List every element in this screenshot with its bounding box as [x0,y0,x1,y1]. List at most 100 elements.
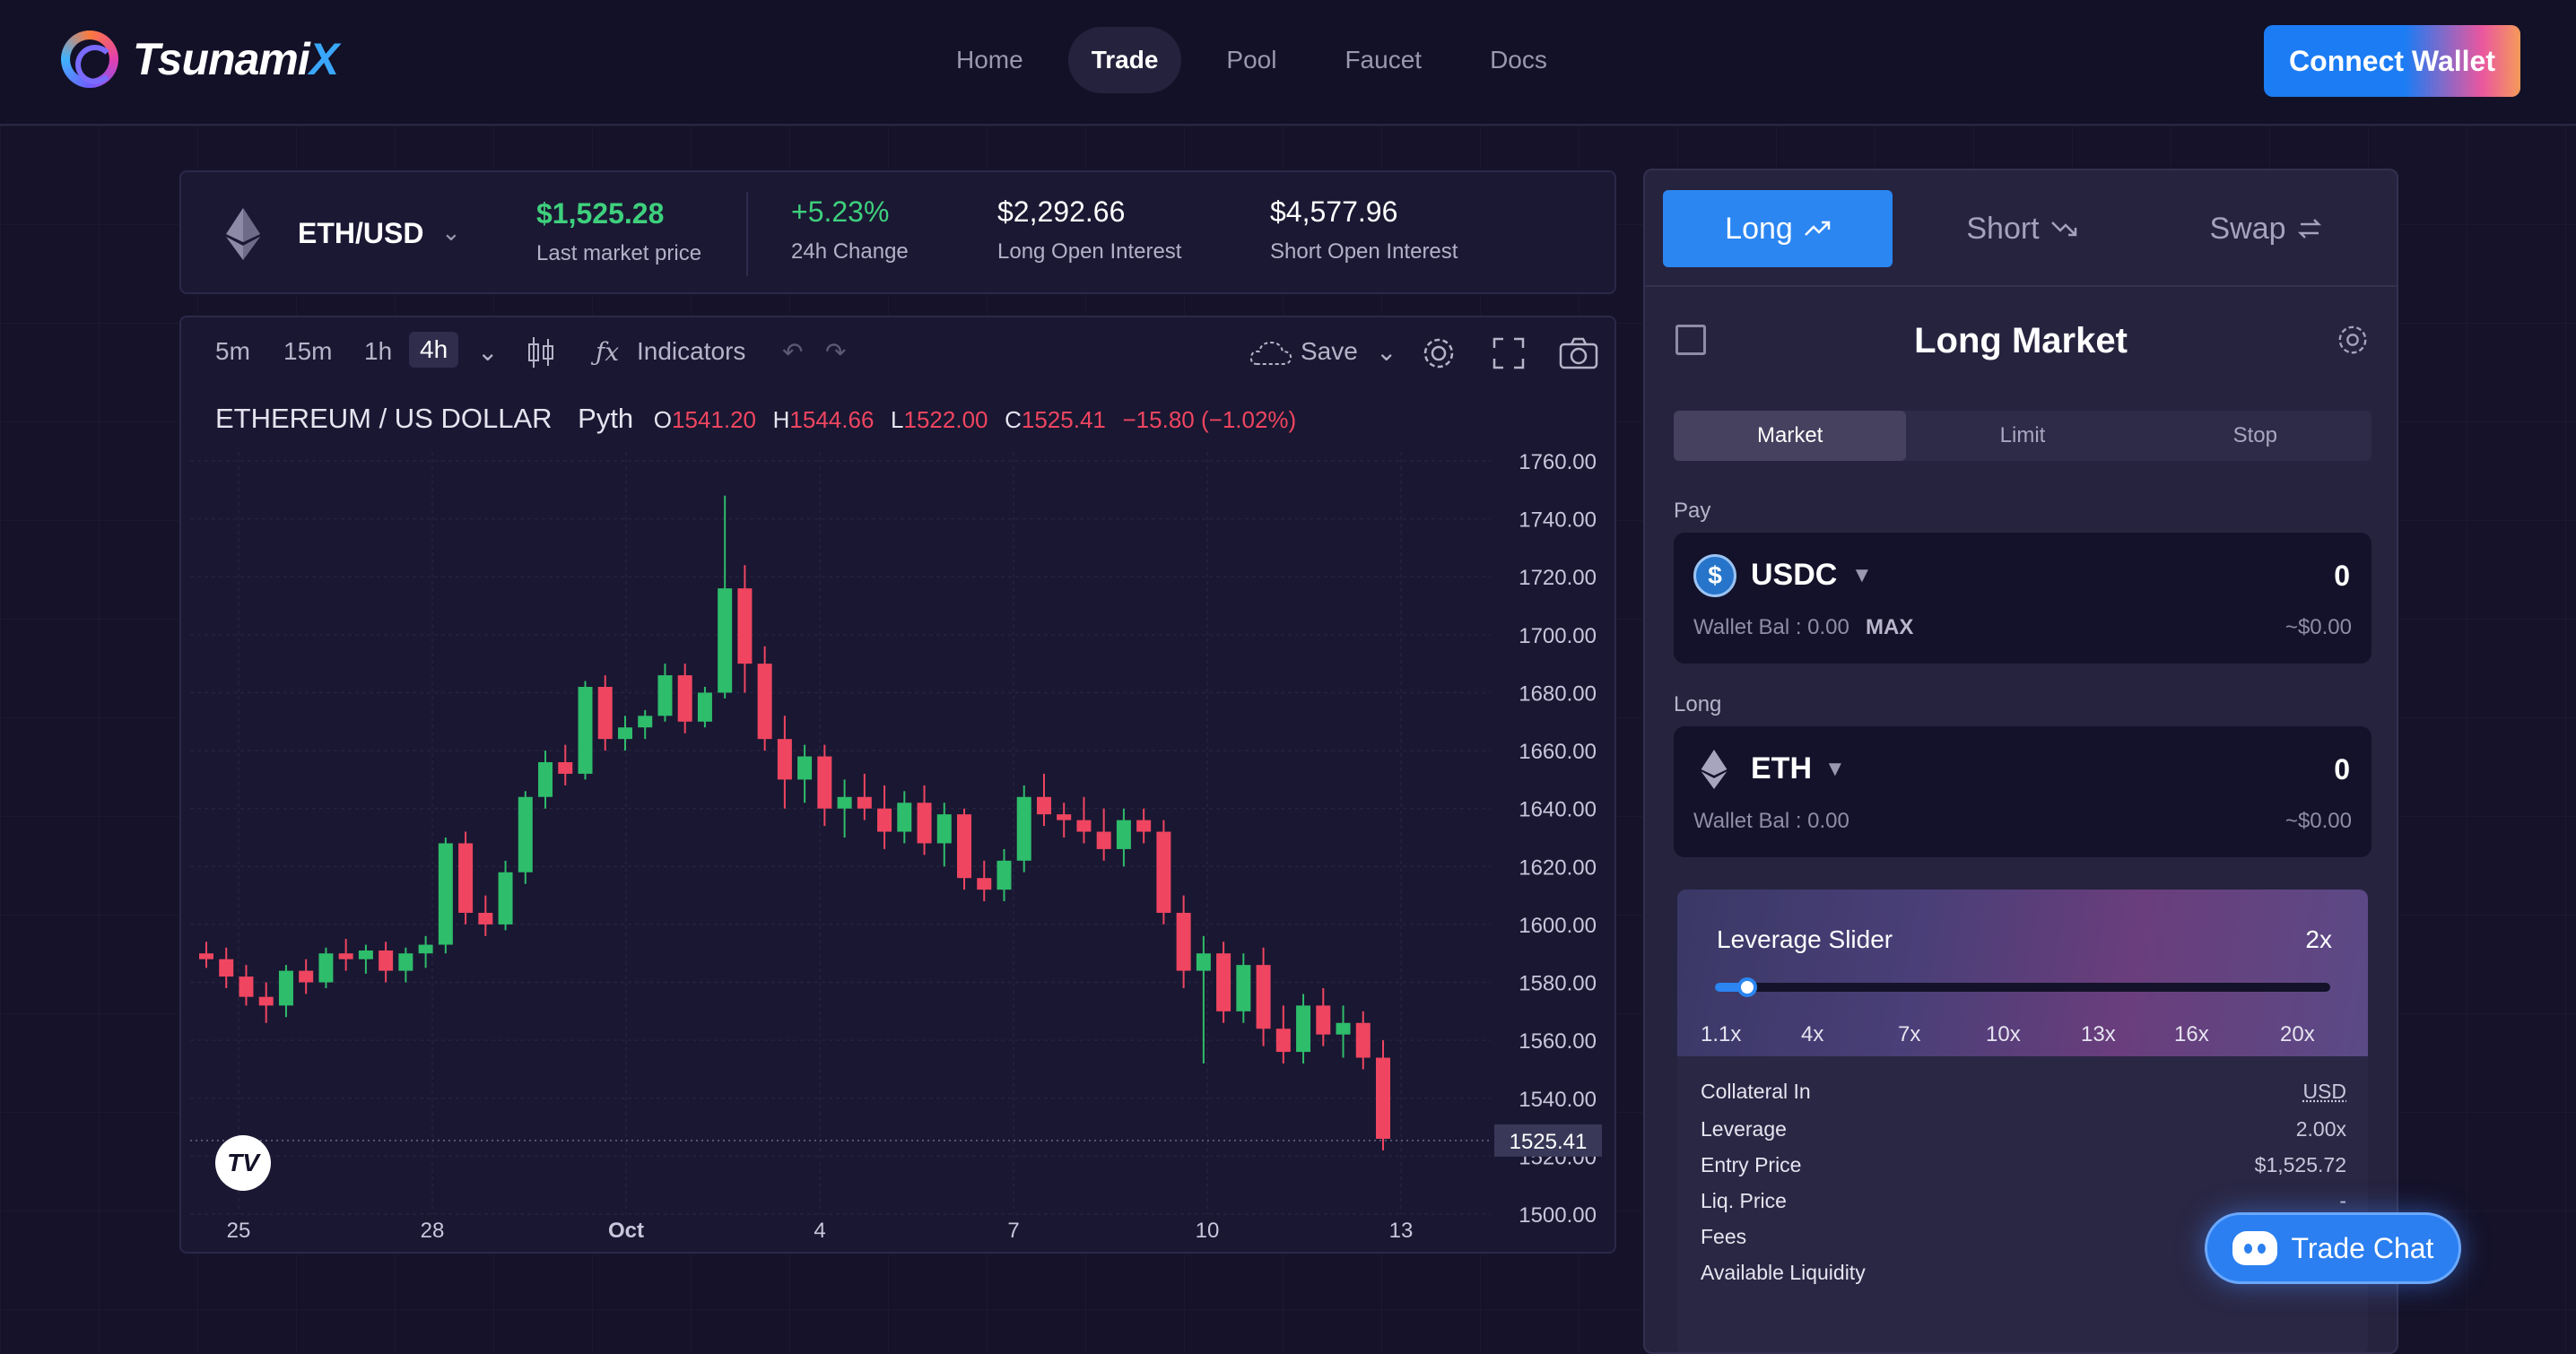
y-tick-label: 1680.00 [1519,681,1597,706]
pay-label: Pay [1674,499,1711,523]
tradingview-logo-icon[interactable]: TV [215,1135,271,1191]
order-type-market[interactable]: Market [1674,411,1907,461]
candle-body [578,687,593,774]
order-type-tabs: Market Limit Stop [1674,411,2371,461]
candle-body [1316,1005,1331,1035]
max-button[interactable]: MAX [1866,615,1913,640]
y-tick-label: 1760.00 [1519,450,1597,474]
top-navbar: TsunamiX Home Trade Pool Faucet Docs Con… [0,0,2576,126]
last-price-stat: $1,525.28 Last market price [536,197,701,266]
last-price-value: $1,525.28 [536,197,665,230]
divider [1645,285,2397,287]
candlestick-chart[interactable]: 1760.00 1740.00 1720.00 1700.00 1680.00 1660.… [181,317,1616,1254]
short-oi-value: $4,577.96 [1270,195,1398,228]
candle-body [757,664,772,740]
candle-body [1256,965,1271,1029]
candle-body [1116,820,1131,849]
y-tick-label: 1600.00 [1519,914,1597,938]
brand-logo[interactable]: TsunamiX [61,30,339,88]
leverage-tick[interactable]: 1.1x [1701,1022,1741,1047]
candle-body [857,796,872,809]
short-oi-label: Short Open Interest [1270,239,1458,264]
candle-body [358,950,373,959]
nav-pool[interactable]: Pool [1203,27,1300,93]
candle-body [1176,913,1191,971]
long-amount-input[interactable]: 0 [2334,753,2350,786]
candle-body [797,756,813,780]
y-tick-label: 1640.00 [1519,798,1597,822]
caret-down-icon[interactable]: ▼ [1851,563,1873,588]
candle-body [1096,831,1111,849]
candle-body [977,878,992,890]
candle-body [1156,831,1171,913]
pay-amount-input[interactable]: 0 [2334,560,2350,593]
order-type-stop[interactable]: Stop [2139,411,2371,461]
candle-body [657,675,673,716]
candle-body [777,739,792,780]
nav-faucet[interactable]: Faucet [1321,27,1445,93]
candle-body [617,727,632,740]
leverage-tick[interactable]: 10x [1986,1022,2021,1047]
tab-long[interactable]: Long [1663,190,1893,267]
candle-body [1196,953,1211,971]
leverage-tick[interactable]: 7x [1898,1022,1920,1047]
candle-body [258,996,274,1006]
price-chart-panel: 5m 15m 1h 4h ⌄ ƒx Indicators ↶ ↷ Save ⌄ … [179,316,1616,1254]
candle-body [219,959,234,977]
x-tick-label: 10 [1196,1219,1220,1243]
candle-body [597,687,613,740]
candle-body [278,970,293,1006]
nav-docs[interactable]: Docs [1466,27,1571,93]
short-oi-stat: $4,577.96 Short Open Interest [1270,195,1458,265]
long-token-box: ETH ▼ 0 Wallet Bal : 0.00 ~$0.00 [1674,726,2371,857]
leverage-tick[interactable]: 16x [2174,1022,2209,1047]
nav-home[interactable]: Home [933,27,1047,93]
candle-body [1016,796,1031,861]
last-price-label: Last market price [536,241,702,265]
y-tick-label: 1660.00 [1519,740,1597,764]
caret-down-icon[interactable]: ▼ [1824,757,1846,782]
pay-token-selector[interactable]: USDC [1751,558,1837,593]
candle-body [877,808,892,832]
pay-token-box: $ USDC ▼ 0 Wallet Bal : 0.00 MAX ~$0.00 [1674,533,2371,664]
candle-body [438,843,453,945]
chevron-down-icon[interactable]: ⌄ [441,219,461,247]
info-label: Leverage [1701,1117,1787,1141]
nav-trade[interactable]: Trade [1067,27,1182,93]
leverage-tick[interactable]: 20x [2280,1022,2315,1047]
x-tick-label: 13 [1389,1219,1414,1243]
candle-body [936,814,952,844]
change-value: +5.23% [791,195,890,228]
brand-name: TsunamiX [133,34,339,84]
collateral-in-selector[interactable]: USD [2302,1080,2346,1104]
x-tick-label: 4 [814,1219,825,1243]
long-token-selector[interactable]: ETH [1751,751,1812,786]
tab-swap[interactable]: Swap [2151,190,2380,267]
order-type-limit[interactable]: Limit [1906,411,2138,461]
candle-body [299,970,314,983]
leverage-value: 2x [2305,925,2332,953]
connect-wallet-button[interactable]: Connect Wallet [2264,25,2520,97]
leverage-slider-section: Leverage Slider 2x 1.1x 4x 7x 10x 13x 16… [1677,890,2368,1056]
leverage-tick[interactable]: 13x [2081,1022,2116,1047]
long-oi-value: $2,292.66 [997,195,1126,228]
info-label: Collateral In [1701,1080,1811,1103]
trade-chat-button[interactable]: Trade Chat [2205,1212,2461,1284]
tab-swap-label: Swap [2209,211,2286,246]
candle-body [498,872,513,924]
settings-gear-icon[interactable] [2336,323,2370,357]
candle-body [1036,796,1051,815]
pair-selector[interactable]: ETH/USD [298,217,423,250]
candle-body [638,716,653,728]
leverage-tick[interactable]: 4x [1801,1022,1823,1047]
trend-up-icon [1804,221,1831,236]
tab-short[interactable]: Short [1907,190,2137,267]
tsunamix-logo-icon [61,30,118,88]
candle-body [1296,1005,1311,1053]
candle-body [677,675,692,722]
long-usd-value: ~$0.00 [2284,809,2352,833]
leverage-row: Leverage 2.00x [1701,1117,2346,1141]
candle-body [917,803,932,844]
leverage-slider-handle[interactable] [1736,977,1757,997]
leverage-slider-track[interactable] [1715,977,2330,997]
